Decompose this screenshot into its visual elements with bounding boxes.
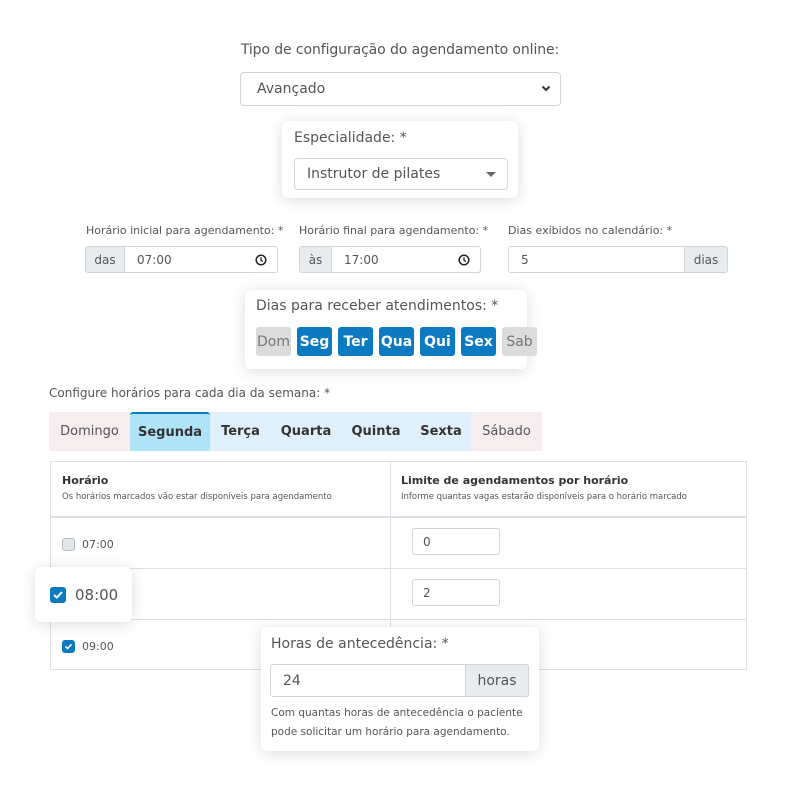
start-time-prefix: das bbox=[85, 246, 125, 273]
table-row: 07:00 0 bbox=[51, 518, 746, 569]
day-toggle-dom[interactable]: Dom bbox=[256, 327, 291, 356]
time-checkbox[interactable] bbox=[62, 538, 75, 551]
service-days-buttons: Dom Seg Ter Qua Qui Sex Sab bbox=[256, 327, 537, 356]
advance-hours-suffix: horas bbox=[466, 664, 529, 697]
end-time-input[interactable]: 17:00 bbox=[332, 246, 481, 273]
clock-icon[interactable] bbox=[458, 254, 470, 266]
service-days-card: Dias para receber atendimentos: * Dom Se… bbox=[245, 290, 537, 369]
advance-hours-group: 24 horas bbox=[270, 664, 529, 697]
calendar-days-value: 5 bbox=[521, 252, 529, 267]
time-label: 09:00 bbox=[82, 640, 114, 653]
tab-terca[interactable]: Terça bbox=[210, 412, 271, 451]
service-days-label: Dias para receber atendimentos: * bbox=[256, 298, 499, 314]
chevron-down-icon bbox=[541, 85, 551, 92]
limit-input[interactable]: 0 bbox=[412, 528, 500, 555]
check-icon bbox=[53, 591, 63, 600]
highlight-time-card: 08:00 bbox=[35, 567, 132, 622]
calendar-days-group: 5 dias bbox=[508, 246, 728, 273]
day-toggle-sex[interactable]: Sex bbox=[461, 327, 496, 356]
table-row: 08:00 2 bbox=[51, 569, 746, 620]
advance-hours-label: Horas de antecedência: * bbox=[271, 636, 449, 652]
day-toggle-qui[interactable]: Qui bbox=[420, 327, 455, 356]
calendar-days-input[interactable]: 5 bbox=[508, 246, 685, 273]
tab-sabado[interactable]: Sábado bbox=[471, 412, 542, 451]
calendar-days-suffix: dias bbox=[685, 246, 728, 273]
time-checkbox[interactable] bbox=[62, 640, 75, 653]
limit-input[interactable]: 2 bbox=[412, 579, 500, 606]
col-horario-title: Horário bbox=[62, 474, 109, 487]
time-label-highlight: 08:00 bbox=[75, 586, 119, 604]
clock-icon[interactable] bbox=[255, 254, 267, 266]
specialty-label: Especialidade: * bbox=[294, 130, 407, 146]
end-time-prefix: às bbox=[299, 246, 332, 273]
col-limite-title: Limite de agendamentos por horário bbox=[401, 474, 629, 487]
tab-sexta[interactable]: Sexta bbox=[411, 412, 471, 451]
start-time-value: 07:00 bbox=[137, 252, 172, 267]
table-header: Horário Os horários marcados vão estar d… bbox=[51, 462, 746, 518]
config-type-value: Avançado bbox=[257, 81, 326, 97]
start-time-label: Horário inicial para agendamento: * bbox=[86, 224, 284, 237]
tab-quarta[interactable]: Quarta bbox=[271, 412, 341, 451]
advance-hours-card: Horas de antecedência: * 24 horas Com qu… bbox=[261, 627, 539, 751]
end-time-group: às 17:00 bbox=[299, 246, 481, 273]
start-time-input[interactable]: 07:00 bbox=[125, 246, 278, 273]
specialty-card: Especialidade: * Instrutor de pilates bbox=[282, 121, 518, 198]
schedule-label: Configure horários para cada dia da sema… bbox=[49, 386, 331, 400]
weekday-tabs: Domingo Segunda Terça Quarta Quinta Sext… bbox=[49, 412, 542, 451]
tab-quinta[interactable]: Quinta bbox=[341, 412, 411, 451]
end-time-label: Horário final para agendamento: * bbox=[299, 224, 489, 237]
day-toggle-qua[interactable]: Qua bbox=[379, 327, 414, 356]
advance-hours-value: 24 bbox=[283, 672, 301, 689]
time-label: 07:00 bbox=[82, 538, 114, 551]
col-limite-subtitle: Informe quantas vagas estarão disponívei… bbox=[401, 492, 687, 502]
calendar-days-label: Dias exibidos no calendário: * bbox=[508, 224, 673, 237]
day-toggle-sab[interactable]: Sab bbox=[502, 327, 537, 356]
col-horario-subtitle: Os horários marcados vão estar disponíve… bbox=[62, 492, 332, 502]
specialty-value: Instrutor de pilates bbox=[307, 166, 441, 182]
day-toggle-ter[interactable]: Ter bbox=[338, 327, 373, 356]
config-type-select[interactable]: Avançado bbox=[240, 72, 561, 106]
advance-hours-input[interactable]: 24 bbox=[270, 664, 466, 697]
day-toggle-seg[interactable]: Seg bbox=[297, 327, 332, 356]
config-type-label: Tipo de configuração do agendamento onli… bbox=[240, 42, 560, 58]
end-time-value: 17:00 bbox=[344, 252, 379, 267]
specialty-select[interactable]: Instrutor de pilates bbox=[294, 158, 508, 190]
time-checkbox-highlight[interactable] bbox=[50, 587, 66, 603]
start-time-group: das 07:00 bbox=[85, 246, 278, 273]
tab-domingo[interactable]: Domingo bbox=[49, 412, 130, 451]
tab-segunda[interactable]: Segunda bbox=[130, 412, 210, 451]
advance-hours-help: Com quantas horas de antecedência o paci… bbox=[271, 707, 523, 738]
check-icon bbox=[64, 643, 73, 650]
caret-down-icon bbox=[486, 172, 496, 177]
